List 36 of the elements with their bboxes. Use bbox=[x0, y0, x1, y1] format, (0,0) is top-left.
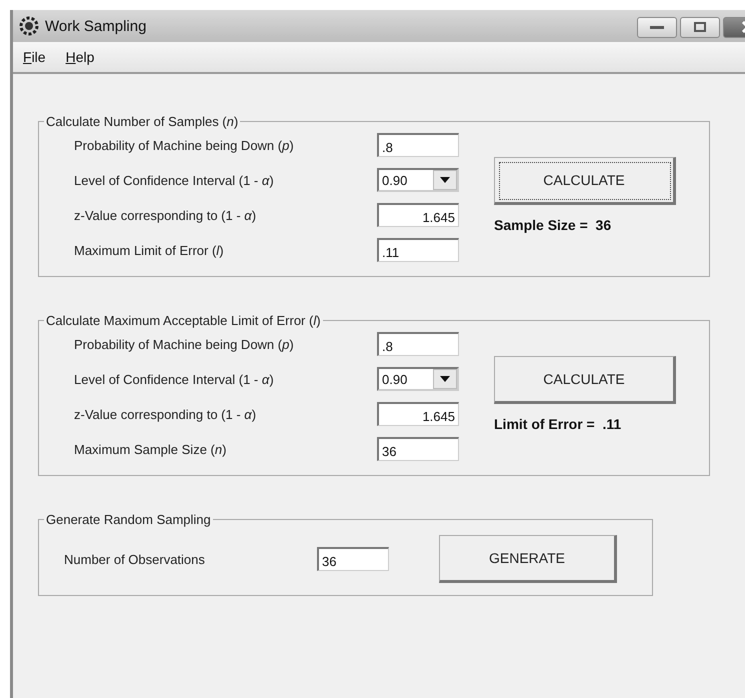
input-field[interactable]: .11 bbox=[377, 238, 459, 262]
dropdown[interactable]: 0.90 bbox=[377, 367, 459, 391]
group-title: Calculate Number of Samples (n) bbox=[45, 114, 240, 129]
input-field[interactable]: 36 bbox=[377, 437, 459, 461]
field-label: Level of Confidence Interval (1 - α) bbox=[74, 172, 275, 188]
field-label: Number of Observations bbox=[64, 552, 206, 566]
gear-icon bbox=[19, 16, 39, 36]
field-label: Probability of Machine being Down (p) bbox=[74, 336, 295, 352]
calculate-button[interactable]: CALCULATE bbox=[494, 157, 676, 205]
input-field[interactable]: 1.645 bbox=[377, 402, 459, 426]
field-label: Maximum Sample Size (n) bbox=[74, 442, 228, 456]
dropdown[interactable]: 0.90 bbox=[377, 168, 459, 192]
input-field[interactable]: 36 bbox=[317, 547, 389, 571]
field-label: z-Value corresponding to (1 - α) bbox=[74, 406, 258, 422]
group-title: Calculate Maximum Acceptable Limit of Error (l) bbox=[45, 313, 322, 328]
window-title: Work Sampling bbox=[45, 18, 148, 34]
maximize-button[interactable] bbox=[680, 16, 720, 38]
group-title: Generate Random Sampling bbox=[45, 512, 212, 527]
input-field[interactable]: .8 bbox=[377, 332, 459, 356]
generate-button[interactable]: GENERATE bbox=[439, 535, 617, 583]
calculate-button[interactable]: CALCULATE bbox=[494, 356, 676, 404]
field-label: Probability of Machine being Down (p) bbox=[74, 138, 295, 152]
dropdown-arrow-icon[interactable] bbox=[440, 177, 450, 183]
menu-item[interactable]: Help bbox=[66, 49, 94, 65]
input-field[interactable]: 1.645 bbox=[377, 203, 459, 227]
minimize-icon bbox=[650, 24, 664, 30]
result-text: Limit of Error = .11 bbox=[494, 416, 622, 432]
result-text: Sample Size = 36 bbox=[494, 217, 612, 233]
maximize-icon bbox=[694, 22, 706, 32]
dropdown-arrow-icon[interactable] bbox=[440, 376, 450, 382]
minimize-button[interactable] bbox=[637, 16, 677, 38]
field-label: Level of Confidence Interval (1 - α) bbox=[74, 372, 275, 386]
input-field[interactable]: .8 bbox=[377, 133, 459, 157]
field-label: z-Value corresponding to (1 - α) bbox=[74, 208, 258, 222]
field-label: Maximum Limit of Error (l) bbox=[74, 242, 225, 258]
menu-item[interactable]: File bbox=[23, 49, 46, 65]
